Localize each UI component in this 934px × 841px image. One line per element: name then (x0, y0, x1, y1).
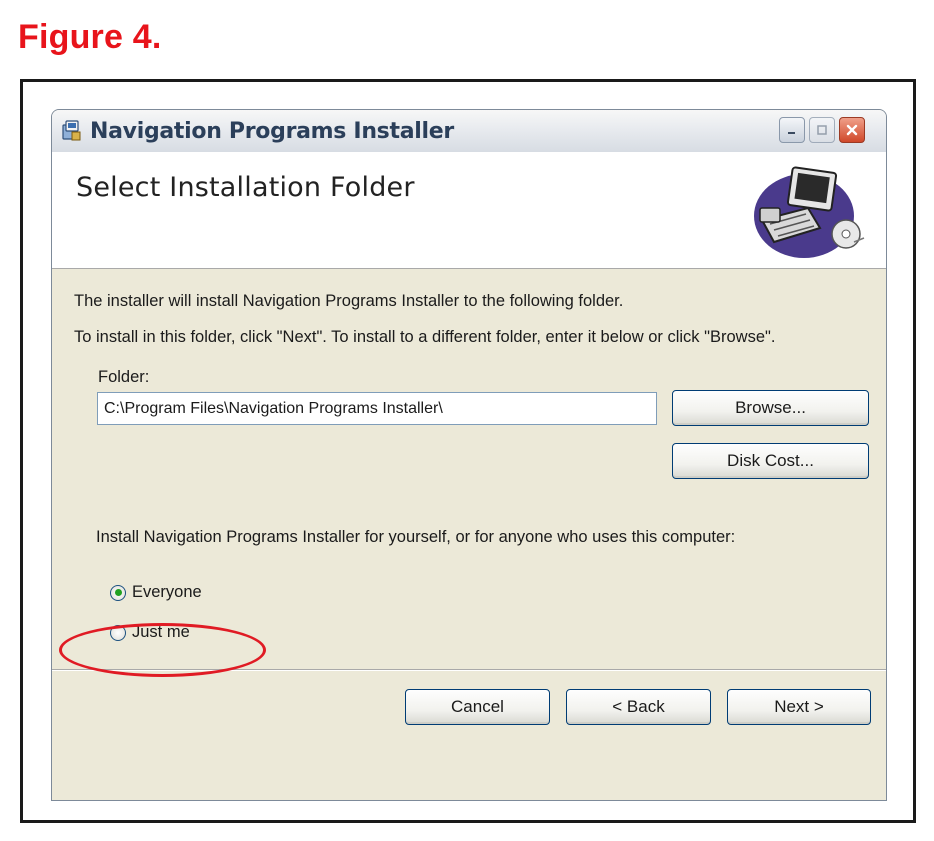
radio-just-me-label: Just me (132, 623, 190, 641)
radio-everyone[interactable]: Everyone (110, 583, 202, 602)
intro-text-2: To install in this folder, click "Next".… (74, 328, 776, 346)
disk-cost-button[interactable]: Disk Cost... (672, 443, 869, 479)
intro-text-1: The installer will install Navigation Pr… (74, 292, 624, 310)
install-for-prompt: Install Navigation Programs Installer fo… (96, 528, 736, 546)
installer-icon (62, 120, 81, 141)
computer-disk-icon (754, 166, 865, 258)
folder-path-input[interactable] (97, 392, 657, 425)
minimize-icon (788, 132, 795, 134)
back-button[interactable]: < Back (566, 689, 711, 725)
radio-just-me[interactable]: Just me (110, 623, 190, 642)
header-band: Select Installation Folder (52, 152, 886, 269)
maximize-button[interactable] (809, 117, 835, 143)
browse-button[interactable]: Browse... (672, 390, 869, 426)
folder-label: Folder: (98, 368, 150, 386)
radio-button-selected[interactable] (110, 584, 126, 601)
footer-divider (52, 669, 886, 671)
dialog-content: The installer will install Navigation Pr… (52, 269, 886, 800)
radio-dot (114, 589, 122, 596)
title-bar[interactable]: Navigation Programs Installer (52, 110, 886, 153)
figure-caption: Figure 4. (18, 18, 162, 56)
close-button[interactable] (839, 117, 865, 143)
maximize-icon (817, 125, 827, 135)
cancel-button[interactable]: Cancel (405, 689, 550, 725)
radio-button[interactable] (110, 624, 126, 641)
figure-frame: Navigation Programs Installer Select Ins… (20, 79, 916, 823)
installer-window: Navigation Programs Installer Select Ins… (51, 109, 887, 801)
window-title: Navigation Programs Installer (90, 119, 454, 144)
next-button[interactable]: Next > (727, 689, 871, 725)
page-title: Select Installation Folder (76, 172, 415, 203)
minimize-button[interactable] (779, 117, 805, 143)
close-icon (846, 124, 858, 136)
radio-everyone-label: Everyone (132, 583, 202, 601)
